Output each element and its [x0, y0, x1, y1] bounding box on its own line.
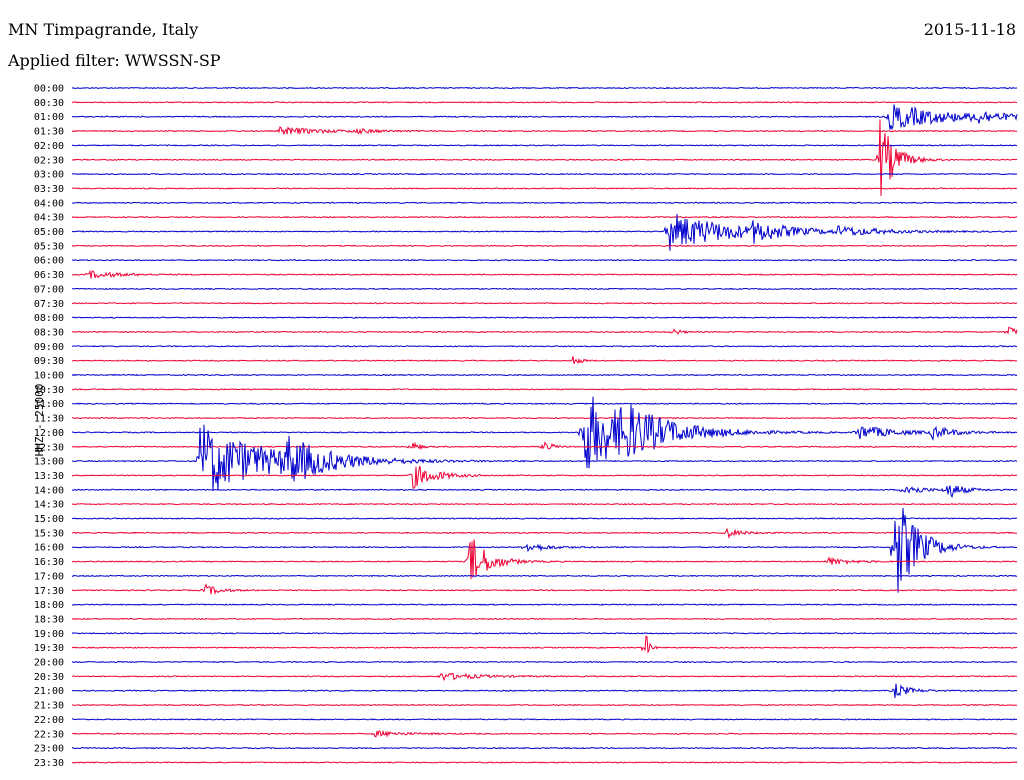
- row-time-label: 07:00: [34, 284, 64, 295]
- row-time-label: 01:00: [34, 112, 64, 123]
- trace-row-1800: [72, 603, 1018, 606]
- row-time-label: 23:00: [34, 744, 64, 755]
- trace-row-0130: [71, 126, 1018, 136]
- row-time-label: 03:30: [34, 184, 64, 195]
- row-time-label: 22:00: [34, 715, 64, 726]
- row-time-label: 10:30: [34, 385, 64, 396]
- row-time-label: 18:00: [34, 600, 64, 611]
- row-time-label: 20:00: [34, 658, 64, 669]
- row-time-label: 08:30: [34, 327, 64, 338]
- trace-row-0800: [71, 316, 1018, 319]
- trace-row-1400: [71, 485, 1018, 499]
- row-time-label: 13:30: [34, 471, 64, 482]
- row-time-label: 14:30: [34, 500, 64, 511]
- row-time-label: 19:00: [34, 629, 64, 640]
- trace-row-1300: [71, 424, 1018, 491]
- row-time-label: 06:00: [34, 256, 64, 267]
- trace-row-0400: [72, 201, 1018, 204]
- row-time-label: 22:30: [34, 729, 64, 740]
- row-time-label: 20:30: [34, 672, 64, 683]
- row-time-label: 09:00: [34, 342, 64, 353]
- row-time-label: 17:00: [34, 571, 64, 582]
- row-time-label: 15:30: [34, 528, 64, 539]
- trace-row-0000: [71, 86, 1018, 90]
- trace-row-0300: [71, 172, 1018, 176]
- row-time-label: 00:00: [34, 84, 64, 95]
- trace-row-1200: [72, 396, 1018, 469]
- trace-row-0330: [71, 187, 1018, 190]
- row-time-label: 04:30: [34, 213, 64, 224]
- trace-row-1930: [71, 635, 1018, 654]
- trace-row-2000: [71, 660, 1018, 664]
- row-time-label: 11:00: [34, 399, 64, 410]
- row-time-label: 21:30: [34, 701, 64, 712]
- row-time-label: 03:00: [34, 170, 64, 181]
- seismogram-plot: 00:00 00:30 01:00 01:30 02:00 02:30 03:00 03:30…: [34, 84, 1018, 769]
- trace-row-0100: [71, 104, 1018, 131]
- row-time-label: 16:00: [34, 543, 64, 554]
- row-time-label: 09:30: [34, 356, 64, 367]
- trace-row-0500: [71, 213, 1018, 251]
- trace-row-1230: [71, 441, 1018, 451]
- row-time-label: 16:30: [34, 557, 64, 568]
- row-time-label: 17:30: [34, 586, 64, 597]
- row-time-label: 06:30: [34, 270, 64, 281]
- trace-row-0730: [71, 302, 1018, 305]
- trace-row-2330: [71, 761, 1018, 764]
- row-time-label: 07:30: [34, 299, 64, 310]
- trace-row-1430: [71, 503, 1018, 506]
- trace-row-1730: [71, 583, 1018, 596]
- trace-row-1600: [71, 507, 1018, 593]
- row-time-label: 02:00: [34, 141, 64, 152]
- trace-row-2300: [71, 746, 1018, 750]
- trace-row-1500: [71, 517, 1018, 520]
- trace-row-0830: [71, 326, 1018, 335]
- trace-row-0630: [71, 269, 1018, 279]
- trace-row-0530: [71, 244, 1018, 247]
- trace-row-1700: [71, 574, 1017, 578]
- trace-row-1130: [71, 416, 1018, 420]
- row-time-label: 05:30: [34, 241, 64, 252]
- trace-row-1000: [71, 373, 1018, 377]
- row-time-label: 05:00: [34, 227, 64, 238]
- row-time-label: 10:00: [34, 371, 64, 382]
- row-time-label: 01:30: [34, 127, 64, 138]
- trace-row-0700: [71, 287, 1018, 291]
- trace-row-1100: [71, 402, 1018, 405]
- row-time-label: 08:00: [34, 313, 64, 324]
- trace-row-0930: [71, 356, 1017, 364]
- trace-row-1900: [71, 632, 1018, 635]
- row-time-label: 23:30: [34, 758, 64, 769]
- row-time-label: 11:30: [34, 414, 64, 425]
- row-time-label: 12:30: [34, 442, 64, 453]
- trace-row-1830: [71, 617, 1018, 621]
- trace-row-0430: [71, 216, 1018, 219]
- trace-row-2100: [71, 683, 1018, 699]
- trace-row-0200: [71, 144, 1018, 147]
- row-time-label: 14:00: [34, 485, 64, 496]
- row-time-label: 04:00: [34, 198, 64, 209]
- trace-row-0030: [71, 101, 1018, 104]
- trace-row-2130: [71, 703, 1018, 707]
- trace-row-2230: [71, 729, 1018, 738]
- row-time-label: 13:00: [34, 457, 64, 468]
- trace-row-1630: [71, 539, 1018, 580]
- row-time-label: 12:00: [34, 428, 64, 439]
- row-time-label: 15:00: [34, 514, 64, 525]
- trace-row-2200: [72, 718, 1017, 721]
- row-time-label: 02:30: [34, 155, 64, 166]
- trace-row-1530: [71, 527, 1018, 540]
- row-time-label: 00:30: [34, 98, 64, 109]
- trace-row-2030: [71, 672, 1018, 682]
- trace-row-1030: [71, 388, 1018, 391]
- trace-row-0900: [71, 345, 1018, 348]
- row-time-label: 21:00: [34, 686, 64, 697]
- row-time-label: 18:30: [34, 614, 64, 625]
- row-time-label: 19:30: [34, 643, 64, 654]
- trace-row-0600: [71, 259, 1018, 262]
